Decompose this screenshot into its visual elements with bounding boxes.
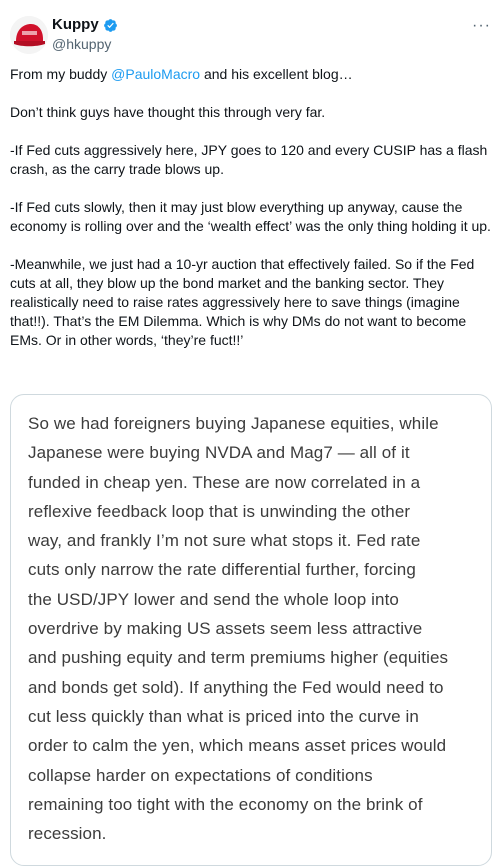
screenshot-text: So we had foreigners buying Japanese equ…	[28, 409, 488, 848]
screenshot-text-line: remaining too tight with the economy on …	[28, 794, 423, 814]
attached-image[interactable]: So we had foreigners buying Japanese equ…	[10, 394, 492, 866]
tweet-header: Kuppy @hkuppy ···	[10, 8, 493, 60]
screenshot-text-line: recession.	[28, 824, 107, 844]
verified-badge-icon	[103, 18, 118, 33]
tweet-paragraph-1-pre: From my buddy	[10, 66, 112, 82]
screenshot-text-line: and pushing equity and term premiums hig…	[28, 648, 449, 668]
screenshot-text-line: cuts only narrow the rate differential f…	[28, 560, 416, 580]
red-cap-avatar-icon	[10, 16, 48, 54]
tweet-paragraph-1: From my buddy @PauloMacro and his excell…	[10, 65, 496, 84]
screenshot-text-line: So we had foreigners buying Japanese equ…	[28, 414, 439, 433]
screenshot-text-line: and bonds get sold). If anything the Fed…	[28, 677, 444, 697]
screenshot-text-line: the USD/JPY lower and send the whole loo…	[28, 589, 399, 609]
author-names: Kuppy @hkuppy	[52, 16, 118, 53]
tweet-paragraph-4: -If Fed cuts slowly, then it may just bl…	[10, 199, 491, 234]
screenshot-text-line: cut less quickly than what is priced int…	[28, 706, 419, 726]
screenshot-text-line: overdrive by making US assets seem less …	[28, 619, 423, 639]
display-name-row: Kuppy	[52, 16, 118, 34]
screenshot-text-line: reflexive feedback loop that is unwindin…	[28, 501, 411, 521]
screenshot-text-line: way, and frankly I’m not sure what stops…	[28, 531, 421, 551]
tweet-paragraph-5: -Meanwhile, we just had a 10-yr auction …	[10, 256, 475, 348]
screenshot-text-line: funded in cheap yen. These are now corre…	[28, 472, 421, 492]
tweet-paragraph-1-post: and his excellent blog…	[200, 66, 353, 82]
screenshot-text-line: collapse harder on expectations of condi…	[28, 765, 373, 785]
tweet-paragraph-3: -If Fed cuts aggressively here, JPY goes…	[10, 142, 488, 177]
more-options-icon[interactable]: ···	[472, 18, 491, 34]
mention-link[interactable]: @PauloMacro	[111, 66, 200, 82]
tweet-paragraph-2: Don’t think guys have thought this throu…	[10, 104, 326, 120]
screenshot-text-line: Japanese were buying NVDA and Mag7 — all…	[28, 443, 410, 463]
display-name[interactable]: Kuppy	[52, 16, 99, 34]
avatar[interactable]	[10, 16, 48, 54]
author-handle[interactable]: @hkuppy	[52, 35, 118, 53]
screenshot-text-line: order to calm the yen, which means asset…	[28, 736, 447, 756]
tweet-body: From my buddy @PauloMacro and his excell…	[10, 65, 496, 369]
